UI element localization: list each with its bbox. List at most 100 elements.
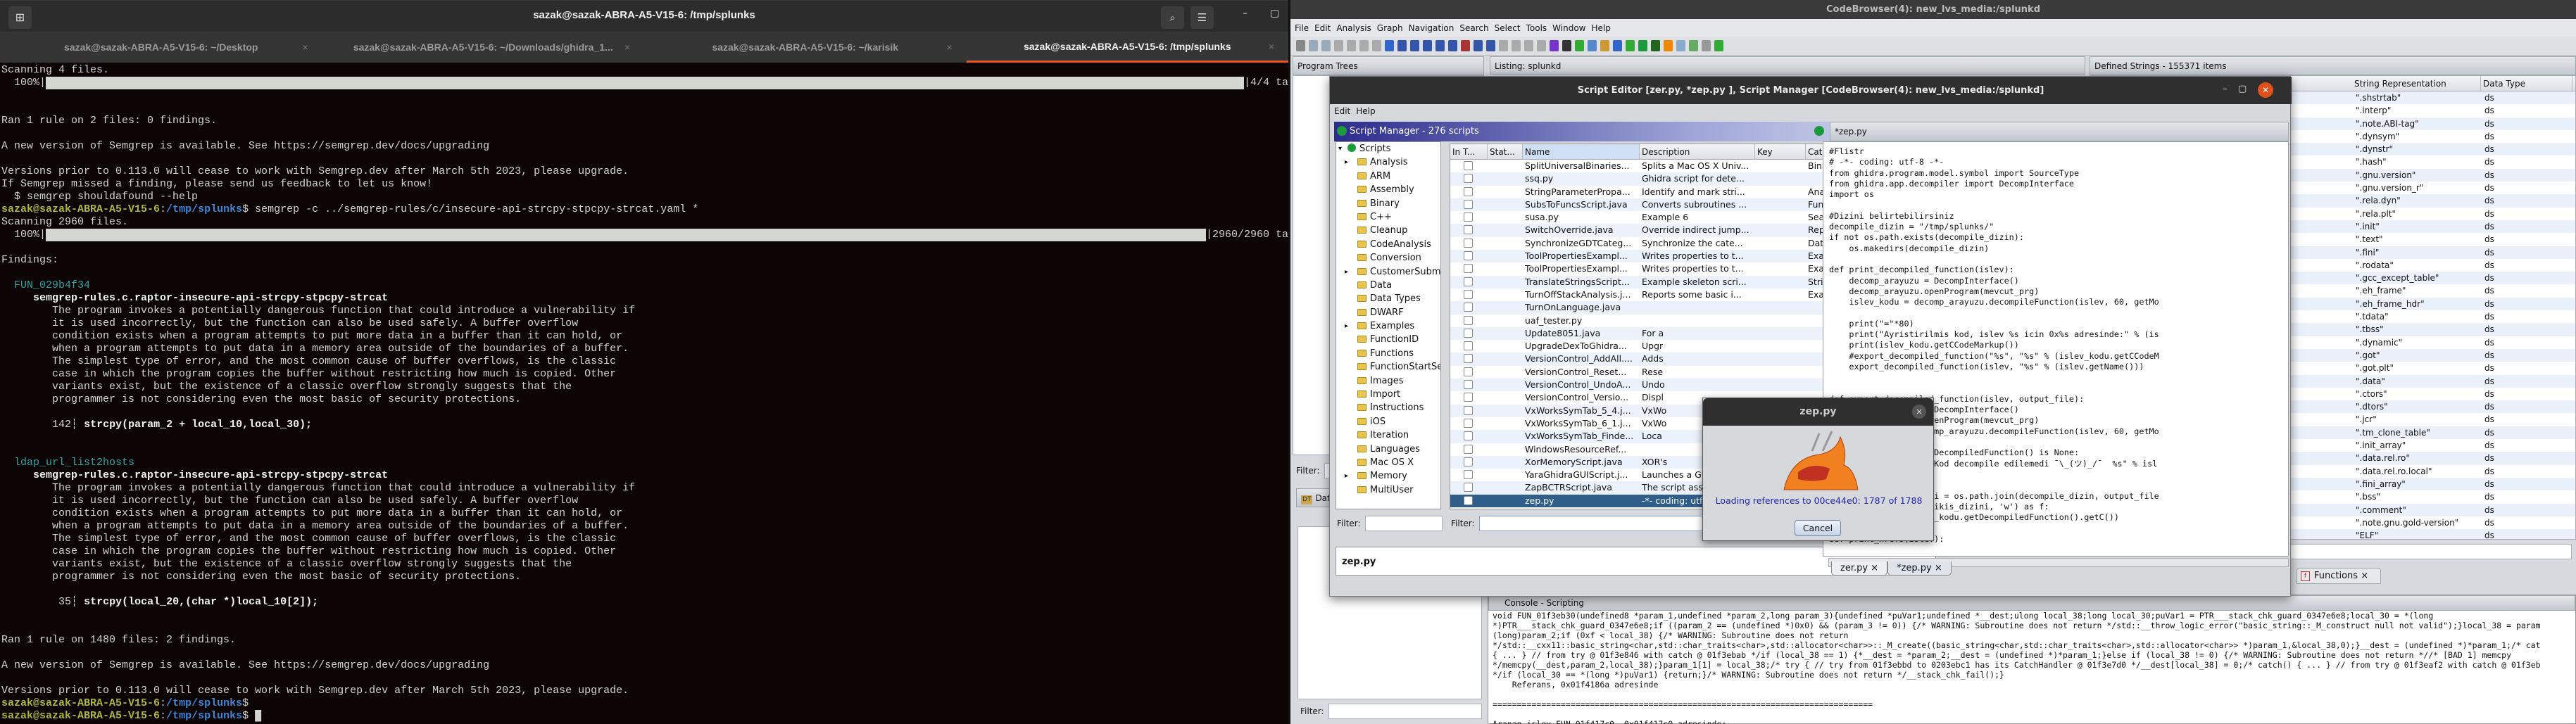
- toolbar-icon[interactable]: [1664, 40, 1673, 51]
- terminal-tab[interactable]: sazak@sazak-ABRA-A5-V15-6: ~/karisik ×: [644, 32, 967, 63]
- minimize-icon[interactable]: –: [1243, 8, 1248, 19]
- checkbox[interactable]: [1464, 354, 1473, 364]
- toolbar-icon[interactable]: [1461, 40, 1470, 51]
- toolbar-icon[interactable]: [1397, 40, 1407, 51]
- filter-input[interactable]: [1328, 704, 1482, 719]
- toolbar-icon[interactable]: [1651, 40, 1660, 51]
- checkbox[interactable]: [1464, 161, 1473, 170]
- toolbar-icon[interactable]: [1524, 40, 1533, 51]
- maximize-icon[interactable]: ▢: [2238, 84, 2247, 94]
- toolbar-icon[interactable]: [1676, 40, 1685, 51]
- tab-close-icon[interactable]: ×: [624, 42, 630, 53]
- tree-filter-input[interactable]: [1364, 516, 1443, 531]
- expand-arrow-icon[interactable]: ▸: [1345, 265, 1348, 279]
- menu-edit[interactable]: Edit: [1314, 23, 1331, 33]
- cancel-button[interactable]: Cancel: [1795, 520, 1841, 536]
- toolbar-icon[interactable]: [1486, 40, 1495, 51]
- menu-select[interactable]: Select: [1495, 23, 1521, 33]
- checkbox[interactable]: [1464, 495, 1473, 505]
- toolbar-icon[interactable]: [1575, 40, 1584, 51]
- tree-item-cleanup[interactable]: Cleanup: [1336, 224, 1440, 237]
- toolbar-icon[interactable]: [1359, 40, 1369, 51]
- checkbox[interactable]: [1464, 393, 1473, 402]
- checkbox[interactable]: [1464, 277, 1473, 286]
- checkbox[interactable]: [1464, 457, 1473, 466]
- terminal-tab[interactable]: sazak@sazak-ABRA-A5-V15-6: ~/Desktop ×: [0, 32, 322, 63]
- run-icon[interactable]: [1814, 126, 1824, 136]
- column-name[interactable]: Name: [1523, 144, 1640, 159]
- checkbox[interactable]: [1464, 212, 1473, 222]
- tree-item-ios[interactable]: iOS: [1336, 415, 1440, 428]
- collapse-arrow-icon[interactable]: ▾: [1338, 142, 1342, 155]
- checkbox[interactable]: [1464, 483, 1473, 493]
- toolbar-icon[interactable]: [1334, 40, 1343, 51]
- toolbar-icon[interactable]: [1588, 40, 1597, 51]
- checkbox[interactable]: [1464, 289, 1473, 299]
- toolbar-icon[interactable]: [1537, 40, 1546, 51]
- toolbar-icon[interactable]: [1550, 40, 1559, 51]
- console-output[interactable]: void FUN_01f3eb30(undefined8 *param_1,un…: [1493, 611, 2541, 724]
- menu-edit[interactable]: Edit: [1334, 106, 1350, 116]
- strings-filter-input[interactable]: [2289, 544, 2572, 559]
- toolbar-icon[interactable]: [1435, 40, 1445, 51]
- toolbar-icon[interactable]: [1689, 40, 1698, 51]
- close-icon[interactable]: ✕: [2258, 82, 2273, 98]
- expand-arrow-icon[interactable]: ▸: [1345, 319, 1348, 333]
- tree-item-codeanalysis[interactable]: CodeAnalysis: [1336, 238, 1440, 251]
- menu-tools[interactable]: Tools: [1526, 23, 1547, 33]
- column-data-type[interactable]: Data Type: [2481, 76, 2572, 91]
- toolbar-icon[interactable]: [1385, 40, 1394, 51]
- tree-item-customersubmission[interactable]: ▸ CustomerSubmission: [1336, 265, 1440, 279]
- toolbar-icon[interactable]: [1410, 40, 1419, 51]
- toolbar-icon[interactable]: [1613, 40, 1622, 51]
- tree-item-mac-os-x[interactable]: Mac OS X: [1336, 456, 1440, 469]
- checkbox[interactable]: [1464, 380, 1473, 390]
- tree-item-conversion[interactable]: Conversion: [1336, 251, 1440, 265]
- column-key[interactable]: Key: [1755, 144, 1806, 159]
- tree-item-iteration[interactable]: Iteration: [1336, 428, 1440, 442]
- tree-item-import[interactable]: Import: [1336, 388, 1440, 401]
- terminal-tab[interactable]: sazak@sazak-ABRA-A5-V15-6: /tmp/splunks ×: [966, 32, 1288, 63]
- toolbar-icon[interactable]: [1296, 40, 1305, 51]
- tree-item-analysis[interactable]: ▸ Analysis: [1336, 155, 1440, 169]
- tree-item-languages[interactable]: Languages: [1336, 443, 1440, 456]
- toolbar-icon[interactable]: [1626, 40, 1635, 51]
- toolbar-icon[interactable]: [1448, 40, 1457, 51]
- toolbar-icon[interactable]: [1600, 40, 1609, 51]
- checkbox[interactable]: [1464, 186, 1473, 196]
- tree-item-images[interactable]: Images: [1336, 374, 1440, 388]
- tab-close-icon[interactable]: ×: [946, 42, 952, 53]
- menu-window[interactable]: Window: [1552, 23, 1585, 33]
- menu-file[interactable]: File: [1295, 23, 1309, 33]
- toolbar-icon[interactable]: [1372, 40, 1381, 51]
- column-stat-[interactable]: Stat...: [1488, 144, 1523, 159]
- checkbox[interactable]: [1464, 341, 1473, 351]
- close-icon[interactable]: ×: [1912, 405, 1926, 419]
- terminal-output[interactable]: Scanning 4 files. 100%| |4/4 ta Ran 1 rule…: [1, 64, 1288, 723]
- expand-arrow-icon[interactable]: ▸: [1345, 469, 1348, 483]
- tree-item-binary[interactable]: Binary: [1336, 197, 1440, 210]
- column-description[interactable]: Description: [1640, 144, 1755, 159]
- expand-arrow-icon[interactable]: ▸: [1345, 155, 1348, 169]
- tree-item-functionstartsearch[interactable]: FunctionStartSearch: [1336, 360, 1440, 374]
- menu-analysis[interactable]: Analysis: [1336, 23, 1371, 33]
- menu-navigation[interactable]: Navigation: [1409, 23, 1455, 33]
- editor-tab[interactable]: *zep.py ×: [1887, 561, 1952, 576]
- toolbar-icon[interactable]: [1474, 40, 1483, 51]
- checkbox[interactable]: [1464, 251, 1473, 261]
- toolbar-icon[interactable]: [1714, 40, 1723, 51]
- toolbar-icon[interactable]: [1638, 40, 1647, 51]
- menu-search[interactable]: Search: [1459, 23, 1488, 33]
- checkbox[interactable]: [1464, 328, 1473, 338]
- toolbar-icon[interactable]: [1499, 40, 1508, 51]
- maximize-icon[interactable]: ▢: [1270, 8, 1279, 19]
- checkbox[interactable]: [1464, 315, 1473, 325]
- column-string-representation[interactable]: String Representation: [2352, 76, 2481, 91]
- tree-item-functions[interactable]: Functions: [1336, 347, 1440, 360]
- minimize-icon[interactable]: –: [2223, 84, 2228, 94]
- checkbox[interactable]: [1464, 418, 1473, 428]
- tab-functions[interactable]: f Functions ×: [2297, 568, 2381, 584]
- toolbar-icon[interactable]: [1321, 40, 1331, 51]
- tree-item-arm[interactable]: ARM: [1336, 170, 1440, 183]
- toolbar-icon[interactable]: [1347, 40, 1356, 51]
